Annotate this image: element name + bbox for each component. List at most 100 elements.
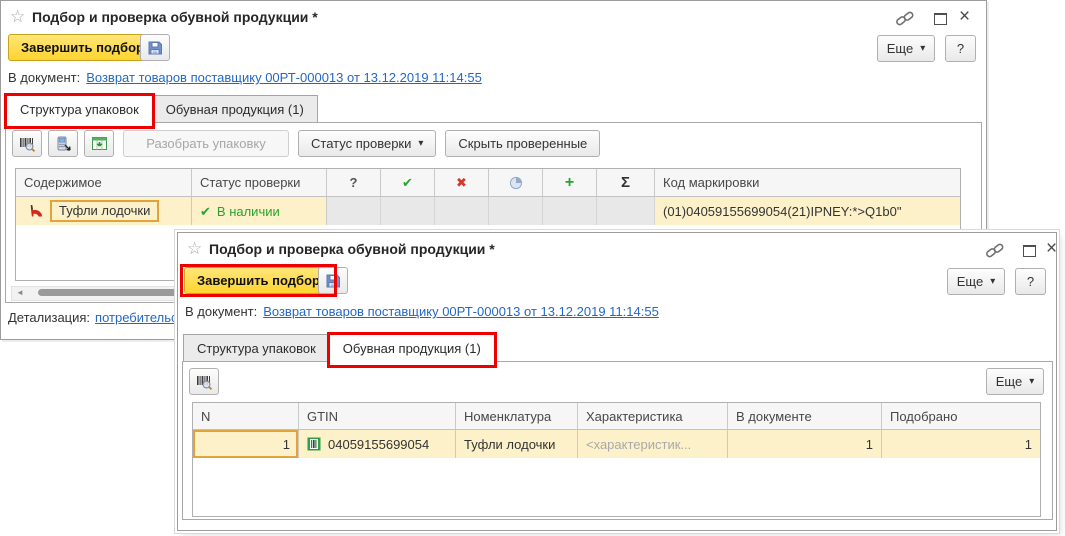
scroll-left-arrow-icon[interactable]: ◄ <box>16 289 24 297</box>
maximize-button[interactable] <box>1023 245 1036 257</box>
tab-packing-structure[interactable]: Структура упаковок <box>183 334 330 362</box>
col-n[interactable]: N <box>193 403 299 430</box>
tab-strip: Структура упаковок Обувная продукция (1) <box>183 334 495 362</box>
tab-shoe-products[interactable]: Обувная продукция (1) <box>152 95 318 123</box>
document-link[interactable]: Возврат товаров поставщику 00РТ-000013 о… <box>86 70 482 85</box>
cell-n[interactable]: 1 <box>193 430 299 458</box>
favorite-star-icon[interactable]: ☆ <box>187 240 202 257</box>
col-check-status[interactable]: Статус проверки <box>192 169 327 197</box>
col-check-icon[interactable]: ✔ <box>381 169 435 197</box>
col-marking-code[interactable]: Код маркировки <box>655 169 960 197</box>
col-cross-icon[interactable]: ✖ <box>435 169 489 197</box>
shoe-toolbar <box>189 368 219 395</box>
tab-packing-structure[interactable]: Структура упаковок <box>6 95 153 123</box>
cell-content[interactable]: Туфли лодочки <box>16 197 192 225</box>
help-button[interactable]: ? <box>1015 268 1046 295</box>
cell-selected[interactable]: 1 <box>882 430 1040 458</box>
panel-more-label: Еще <box>996 374 1022 389</box>
maximize-button[interactable] <box>934 13 947 25</box>
gtin-value: 04059155699054 <box>328 437 429 452</box>
panel-more-button[interactable]: Еще ▾ <box>986 368 1044 395</box>
status-value: В наличии <box>217 204 280 219</box>
cell-status[interactable]: ✔ В наличии <box>192 197 327 225</box>
cell-in-document[interactable]: 1 <box>728 430 882 458</box>
status-check-icon: ✔ <box>200 205 211 218</box>
shoe-table-header: N GTIN Номенклатура Характеристика В док… <box>193 403 1040 430</box>
tab-shoe-products[interactable]: Обувная продукция (1) <box>329 334 495 362</box>
disassemble-package-button[interactable]: Разобрать упаковку <box>123 130 289 157</box>
cross-icon: ✖ <box>456 175 467 191</box>
more-label: Еще <box>957 274 983 289</box>
barcode-scan-icon <box>195 374 213 390</box>
cell-gtin[interactable]: 04059155699054 <box>299 430 456 458</box>
finish-selection-label: Завершить подбор <box>21 40 144 55</box>
help-button[interactable]: ? <box>945 35 976 62</box>
chain-icon <box>894 10 916 27</box>
favorite-star-icon[interactable]: ☆ <box>10 8 25 25</box>
cell-plus[interactable] <box>543 197 597 225</box>
col-plus-icon[interactable]: + <box>543 169 597 197</box>
floppy-disk-icon <box>147 40 163 56</box>
shoe-table-row[interactable]: 1 04059155699054 Туфли лодочки <характер… <box>193 430 1040 458</box>
document-label: В документ: <box>8 70 80 85</box>
col-pending-icon[interactable] <box>489 169 543 197</box>
cell-nomenclature[interactable]: Туфли лодочки <box>456 430 578 458</box>
packing-toolbar: Разобрать упаковку Статус проверки ▾ Скр… <box>12 130 600 157</box>
save-button[interactable] <box>318 267 348 294</box>
data-collection-terminal-icon <box>55 136 72 152</box>
cell-marking-code[interactable]: (01)04059155699054(21)IPNEY:*>Q1b0" <box>655 197 960 225</box>
floppy-disk-icon <box>325 273 341 289</box>
chevron-down-icon: ▾ <box>418 139 423 149</box>
cell-sigma[interactable] <box>597 197 655 225</box>
close-button[interactable]: × <box>959 7 970 26</box>
packing-table-row[interactable]: Туфли лодочки ✔ В наличии (01)0405915569… <box>16 197 960 225</box>
col-sigma-icon[interactable]: Σ <box>597 169 655 197</box>
pie-status-icon <box>509 176 523 190</box>
check-status-dropdown[interactable]: Статус проверки ▾ <box>298 130 436 157</box>
finish-selection-button[interactable]: Завершить подбор <box>184 267 333 294</box>
scan-barcode-button[interactable] <box>189 368 219 395</box>
document-label: В документ: <box>185 304 257 319</box>
load-from-table-button[interactable] <box>84 130 114 157</box>
col-characteristic[interactable]: Характеристика <box>578 403 728 430</box>
col-nomenclature[interactable]: Номенклатура <box>456 403 578 430</box>
high-heel-shoe-icon <box>28 204 44 219</box>
cell-characteristic[interactable]: <характеристик... <box>578 430 728 458</box>
more-button[interactable]: Еще ▾ <box>877 35 935 62</box>
cell-question[interactable] <box>327 197 381 225</box>
col-selected[interactable]: Подобрано <box>882 403 1040 430</box>
question-icon: ? <box>350 175 358 190</box>
packing-table-header: Содержимое Статус проверки ? ✔ ✖ <box>16 169 960 197</box>
copy-link-icon[interactable] <box>984 242 1006 264</box>
col-gtin[interactable]: GTIN <box>299 403 456 430</box>
data-terminal-button[interactable] <box>48 130 78 157</box>
col-content[interactable]: Содержимое <box>16 169 192 197</box>
col-question-icon[interactable]: ? <box>327 169 381 197</box>
tab-shoe-products-label: Обувная продукция (1) <box>166 102 304 117</box>
document-link[interactable]: Возврат товаров поставщику 00РТ-000013 о… <box>263 304 659 319</box>
col-in-document[interactable]: В документе <box>728 403 882 430</box>
more-button[interactable]: Еще ▾ <box>947 268 1005 295</box>
more-label: Еще <box>887 41 913 56</box>
finish-selection-button[interactable]: Завершить подбор <box>8 34 157 61</box>
cell-check[interactable] <box>381 197 435 225</box>
scan-barcode-button[interactable] <box>12 130 42 157</box>
cell-pending[interactable] <box>489 197 543 225</box>
chevron-down-icon: ▾ <box>920 44 925 54</box>
cell-cross[interactable] <box>435 197 489 225</box>
shoe-products-table: N GTIN Номенклатура Характеристика В док… <box>192 402 1041 517</box>
check-status-label: Статус проверки <box>311 136 411 151</box>
detail-link[interactable]: потребительс <box>95 310 177 325</box>
copy-link-icon[interactable] <box>894 10 916 32</box>
chevron-down-icon: ▾ <box>990 277 995 287</box>
tab-packing-structure-label: Структура упаковок <box>20 102 139 117</box>
detail-label: Детализация: <box>8 310 90 325</box>
tab-packing-structure-label: Структура упаковок <box>197 341 316 356</box>
content-value: Туфли лодочки <box>50 200 159 222</box>
close-button[interactable]: × <box>1046 239 1057 258</box>
chevron-down-icon: ▾ <box>1029 377 1034 387</box>
chain-icon <box>984 242 1006 259</box>
hide-checked-button[interactable]: Скрыть проверенные <box>445 130 600 157</box>
window-title: Подбор и проверка обувной продукции * <box>32 9 318 25</box>
save-button[interactable] <box>140 34 170 61</box>
